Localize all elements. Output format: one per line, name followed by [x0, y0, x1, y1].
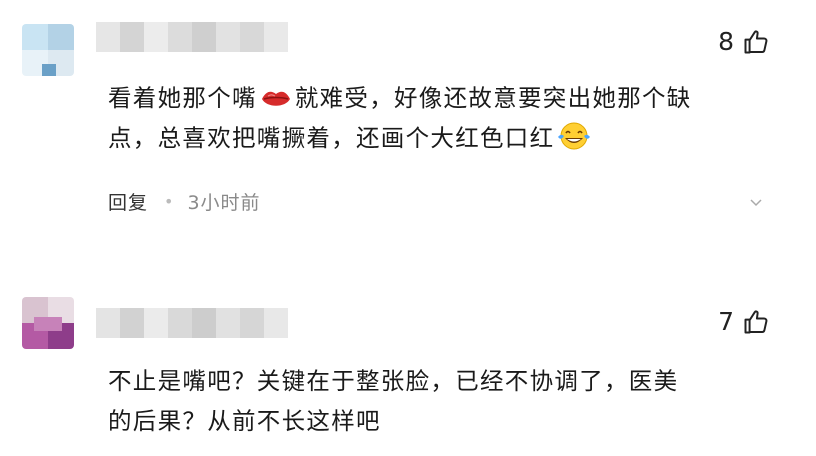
comment-1: 8 看着她那个嘴 就难受，好像还故意要突出她那个缺 点，总喜欢把嘴撅着，还画个大…: [0, 0, 816, 270]
more-options-icon[interactable]: [748, 194, 764, 210]
thumbs-up-icon: [744, 310, 768, 334]
crying-laughing-emoji: [558, 122, 591, 150]
thumbs-up-icon: [744, 30, 768, 54]
like-count: 7: [718, 307, 734, 336]
like-count: 8: [718, 27, 734, 56]
reply-button[interactable]: 回复: [108, 188, 148, 215]
lips-emoji: [261, 91, 290, 106]
timestamp: 3小时前: [187, 192, 261, 214]
comment-text: 不止是嘴吧？关键在于整张脸，已经不协调了，医美 的后果？从前不长这样吧: [108, 367, 679, 435]
like-button[interactable]: 8: [718, 27, 770, 57]
comment-2: 7 不止是嘴吧？关键在于整张脸，已经不协调了，医美 的后果？从前不长这样吧: [0, 285, 816, 456]
separator-dot: •: [164, 192, 174, 211]
comment-text: 看着她那个嘴 就难受，好像还故意要突出她那个缺 点，总喜欢把嘴撅着，还画个大红色…: [108, 84, 692, 152]
avatar[interactable]: [22, 24, 74, 76]
like-button[interactable]: 7: [718, 307, 770, 337]
avatar[interactable]: [22, 297, 74, 349]
comment-meta: 回复 • 3小时前: [108, 188, 261, 215]
